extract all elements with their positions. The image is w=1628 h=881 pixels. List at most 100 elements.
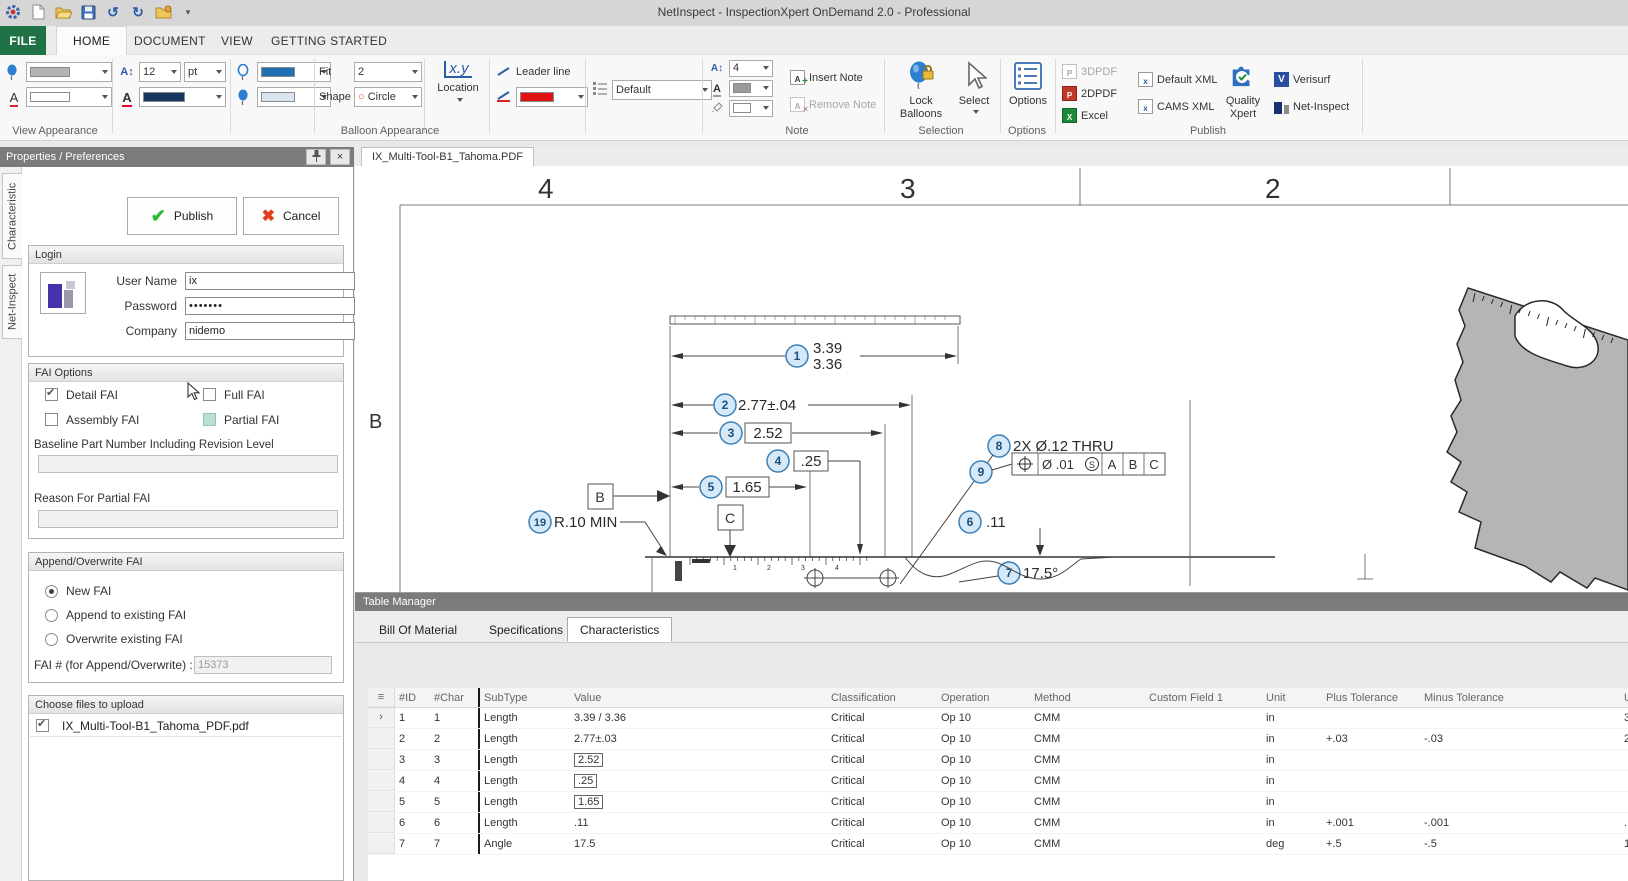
new-fai-radio[interactable]: [45, 585, 58, 598]
publish-button[interactable]: ✔ Publish: [127, 197, 237, 235]
cell-minus[interactable]: [1420, 708, 1620, 728]
dimension-3[interactable]: 3 2.52: [671, 421, 883, 445]
cell-cls[interactable]: Critical: [827, 750, 937, 770]
cell-method[interactable]: CMM: [1030, 729, 1145, 749]
tab-file[interactable]: FILE: [0, 26, 46, 55]
shape-dropdown[interactable]: ○ Circle: [354, 87, 422, 107]
dimension-2[interactable]: 2 2.77±.04: [671, 393, 911, 417]
cell-subtype[interactable]: Length: [478, 729, 570, 749]
cell-unit[interactable]: in: [1262, 750, 1322, 770]
tab-home[interactable]: HOME: [56, 26, 128, 55]
cell-value[interactable]: 3.39 / 3.36: [570, 708, 827, 728]
cell-plus[interactable]: [1322, 708, 1420, 728]
font-size-dropdown[interactable]: 12: [139, 62, 181, 82]
cell-sel[interactable]: [368, 771, 395, 791]
cell-op[interactable]: Op 10: [937, 750, 1030, 770]
col-classification[interactable]: Classification: [827, 688, 937, 707]
cell-char[interactable]: 2: [430, 729, 478, 749]
col-minus-tolerance[interactable]: Minus Tolerance: [1420, 688, 1620, 707]
cell-minus[interactable]: [1420, 750, 1620, 770]
cell-custom[interactable]: [1145, 708, 1262, 728]
close-icon[interactable]: ×: [330, 149, 350, 165]
reason-input[interactable]: [38, 510, 338, 528]
detail-fai-checkbox[interactable]: [45, 386, 58, 401]
document-tab[interactable]: IX_Multi-Tool-B1_Tahoma.PDF: [361, 147, 535, 166]
quality-xpert-button[interactable]: Quality Xpert: [1216, 57, 1270, 125]
cell-value[interactable]: 1.65: [570, 792, 827, 812]
col-plus-tolerance[interactable]: Plus Tolerance: [1322, 688, 1420, 707]
cell-method[interactable]: CMM: [1030, 813, 1145, 833]
cell-plus[interactable]: [1322, 750, 1420, 770]
cell-op[interactable]: Op 10: [937, 771, 1030, 791]
pin-icon[interactable]: [306, 149, 326, 165]
cell-id[interactable]: 3: [395, 750, 430, 770]
cell-subtype[interactable]: Length: [478, 813, 570, 833]
overwrite-existing-radio[interactable]: [45, 633, 58, 646]
dimension-5[interactable]: 5 1.65: [671, 475, 807, 499]
dimension-6[interactable]: 6 .11: [958, 510, 1044, 556]
cell-unit[interactable]: in: [1262, 792, 1322, 812]
cell-value[interactable]: 17.5: [570, 834, 827, 854]
location-button[interactable]: x.y Location: [430, 57, 486, 125]
cell-plus[interactable]: +.001: [1322, 813, 1420, 833]
balloon-fill-color-dropdown[interactable]: [26, 62, 112, 82]
cell-minus[interactable]: [1420, 771, 1620, 791]
table-row[interactable]: › 1 1 Length 3.39 / 3.36 Critical Op 10 CMM in 3: [368, 708, 1628, 729]
cell-plus[interactable]: [1322, 792, 1420, 812]
note-fill-color-dropdown[interactable]: [729, 99, 773, 117]
cell-unit[interactable]: in: [1262, 813, 1322, 833]
col-unit[interactable]: Unit: [1262, 688, 1322, 707]
table-row[interactable]: 3 3 Length 2.52 Critical Op 10 CMM in: [368, 750, 1628, 771]
cell-op[interactable]: Op 10: [937, 708, 1030, 728]
side-tab-characteristic[interactable]: Characteristic: [2, 173, 22, 259]
cancel-button[interactable]: ✖ Cancel: [243, 197, 339, 235]
partial-fai-checkbox[interactable]: [203, 413, 216, 426]
cell-char[interactable]: 1: [430, 708, 478, 728]
font-unit-dropdown[interactable]: pt: [184, 62, 226, 82]
note-font-color-dropdown[interactable]: [729, 79, 773, 97]
full-fai-checkbox[interactable]: [203, 388, 216, 401]
cell-op[interactable]: Op 10: [937, 729, 1030, 749]
balloon-text-color-dropdown[interactable]: [139, 87, 226, 107]
cell-sel[interactable]: [368, 750, 395, 770]
cell-minus[interactable]: -.001: [1420, 813, 1620, 833]
table-row[interactable]: 7 7 Angle 17.5 Critical Op 10 CMM deg +.5 -.5 1: [368, 834, 1628, 855]
lock-balloons-button[interactable]: Lock Balloons: [890, 57, 952, 125]
cell-last[interactable]: [1620, 771, 1628, 791]
2dpdf-button[interactable]: P 2DPDF: [1062, 83, 1117, 104]
cell-char[interactable]: 7: [430, 834, 478, 854]
col-subtype[interactable]: SubType: [478, 688, 570, 707]
excel-button[interactable]: X Excel: [1062, 105, 1117, 126]
cell-method[interactable]: CMM: [1030, 771, 1145, 791]
style-dropdown[interactable]: Default: [612, 80, 712, 100]
cell-id[interactable]: 2: [395, 729, 430, 749]
cell-last[interactable]: 2: [1620, 729, 1628, 749]
cell-subtype[interactable]: Length: [478, 771, 570, 791]
cell-minus[interactable]: -.5: [1420, 834, 1620, 854]
tab-specifications[interactable]: Specifications: [477, 619, 575, 641]
col-method[interactable]: Method: [1030, 688, 1145, 707]
tab-characteristics[interactable]: Characteristics: [567, 617, 673, 642]
col-char[interactable]: #Char: [430, 688, 478, 707]
cell-value[interactable]: 2.77±.03: [570, 729, 827, 749]
view-text-color-dropdown[interactable]: [26, 87, 112, 107]
insert-note-button[interactable]: + A Insert Note: [790, 67, 876, 88]
cell-op[interactable]: Op 10: [937, 834, 1030, 854]
col-operation[interactable]: Operation: [937, 688, 1030, 707]
cell-method[interactable]: CMM: [1030, 750, 1145, 770]
cell-subtype[interactable]: Angle: [478, 834, 570, 854]
cell-cls[interactable]: Critical: [827, 813, 937, 833]
company-input[interactable]: [185, 322, 355, 340]
default-xml-button[interactable]: x Default XML: [1138, 69, 1218, 90]
cell-last[interactable]: .: [1620, 813, 1628, 833]
cell-cls[interactable]: Critical: [827, 792, 937, 812]
tab-bill-of-material[interactable]: Bill Of Material: [367, 619, 469, 641]
verisurf-button[interactable]: V Verisurf: [1274, 69, 1349, 90]
table-row[interactable]: 5 5 Length 1.65 Critical Op 10 CMM in: [368, 792, 1628, 813]
cell-unit[interactable]: in: [1262, 708, 1322, 728]
cell-value[interactable]: .25: [570, 771, 827, 791]
cell-last[interactable]: [1620, 750, 1628, 770]
cell-custom[interactable]: [1145, 792, 1262, 812]
remove-note-button[interactable]: × A Remove Note: [790, 94, 876, 115]
cell-plus[interactable]: +.5: [1322, 834, 1420, 854]
